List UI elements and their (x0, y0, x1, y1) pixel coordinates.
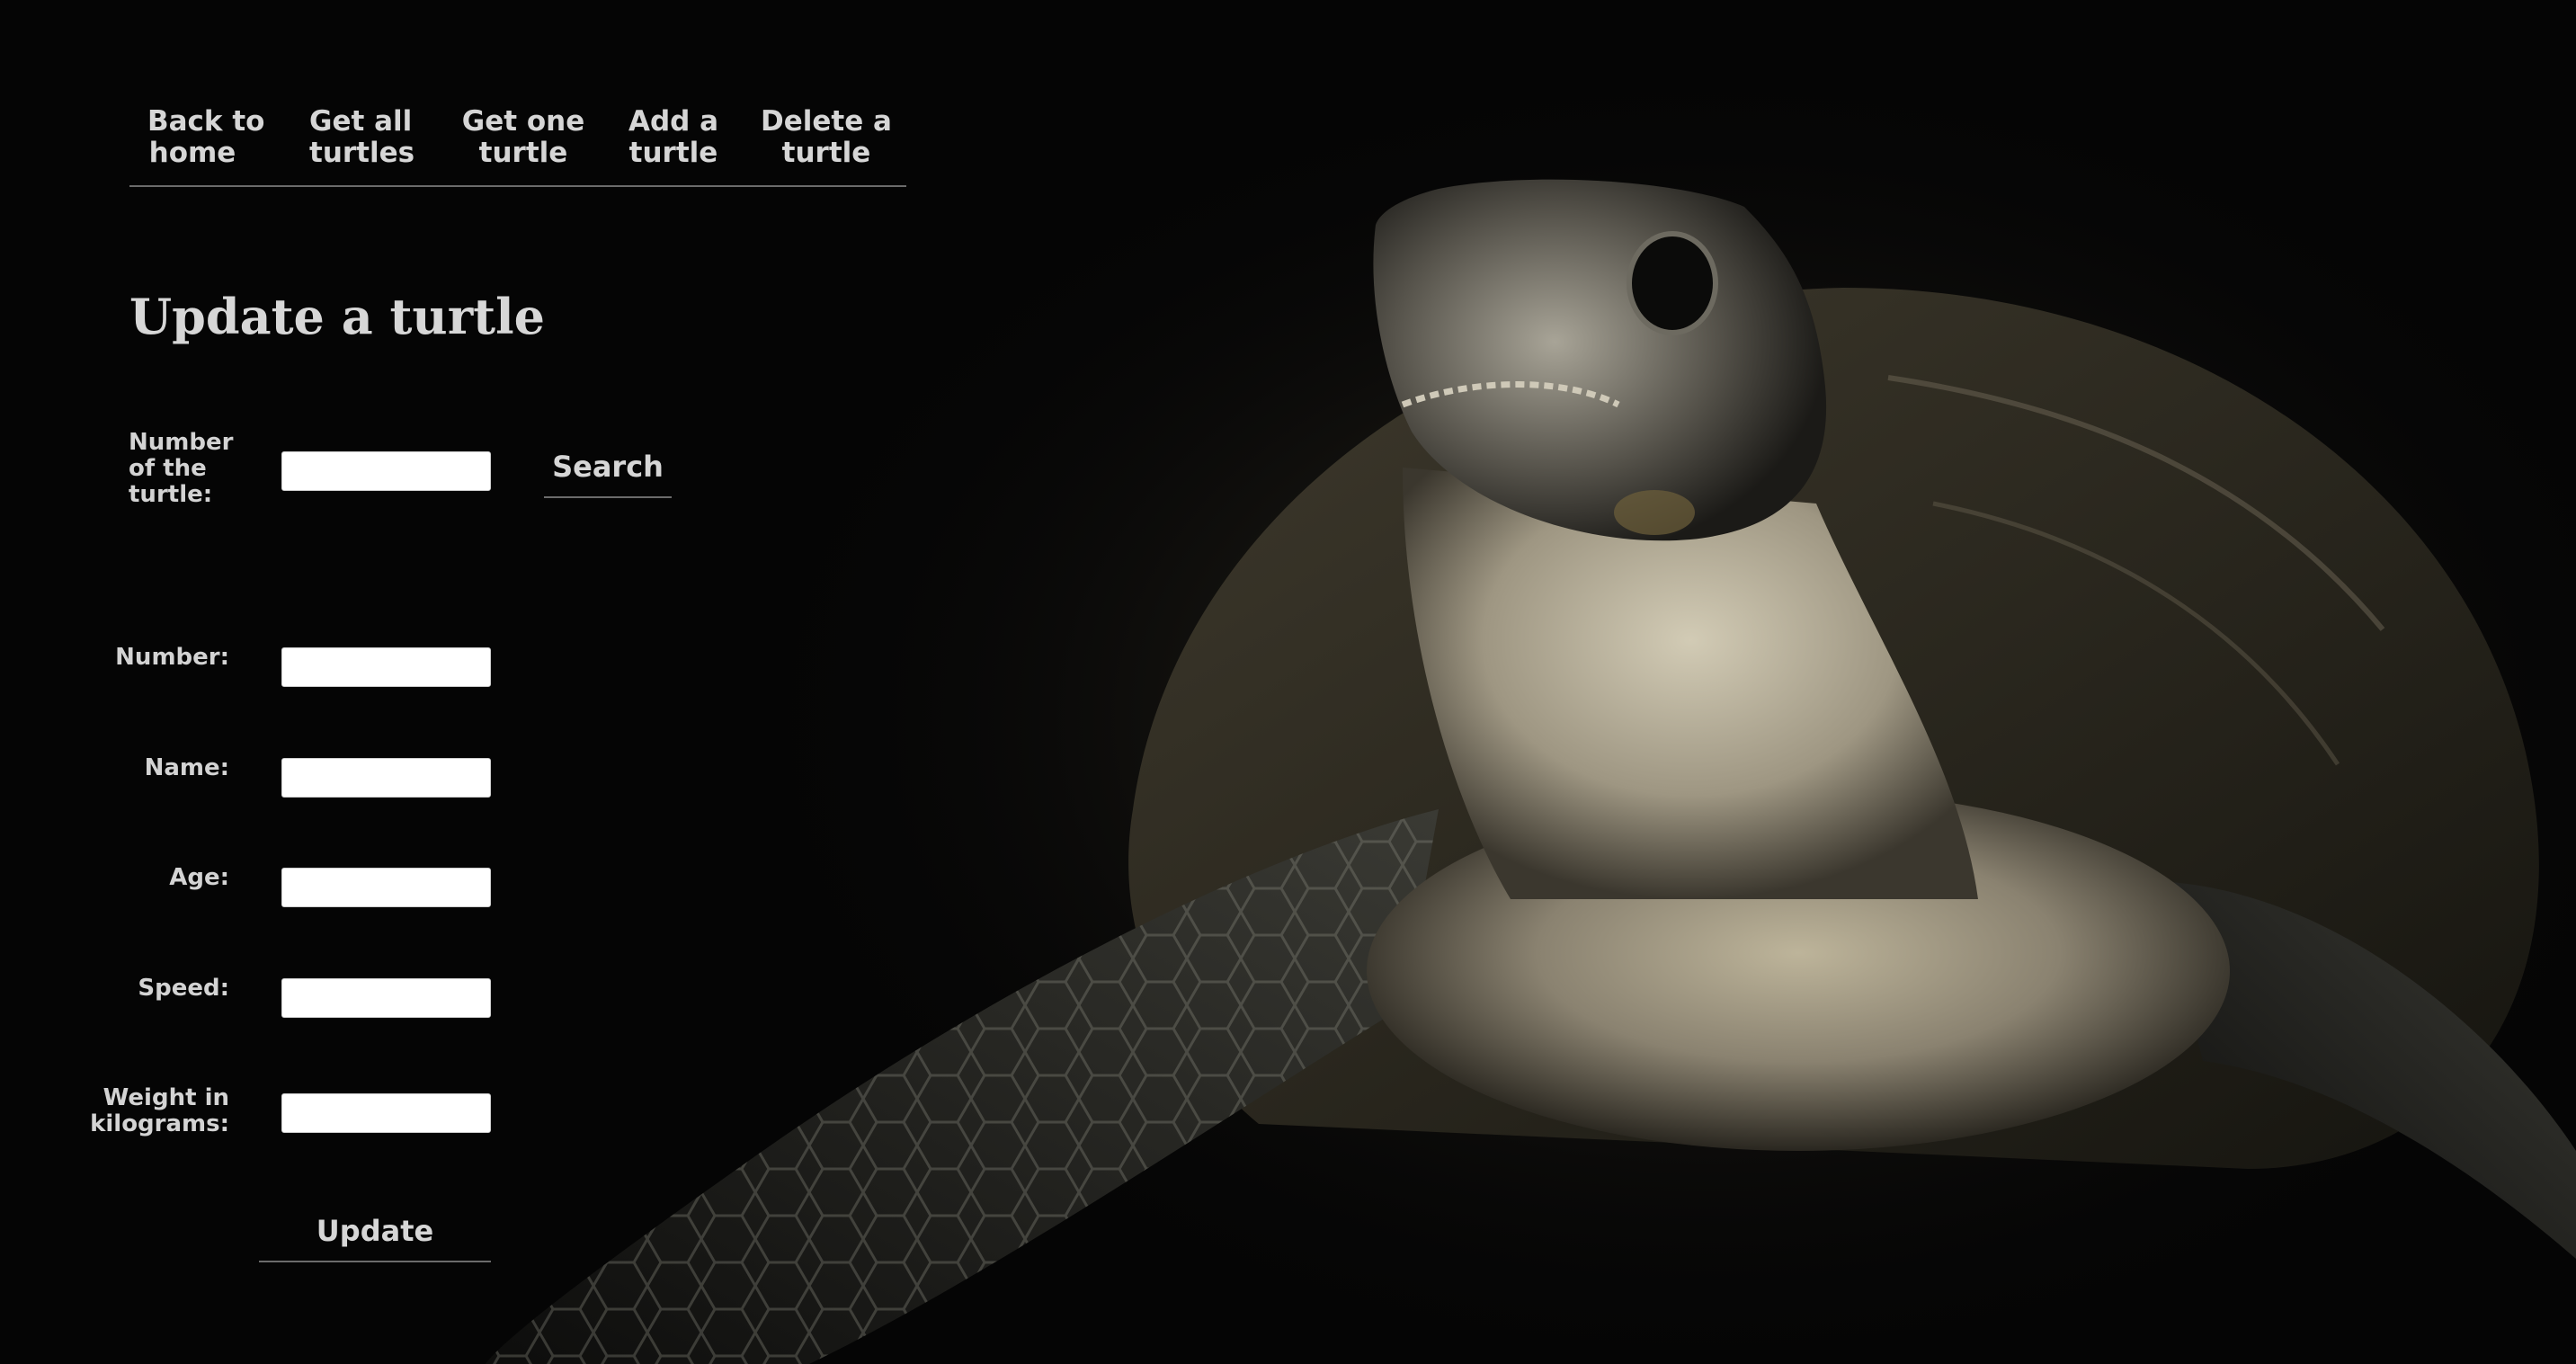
nav-get-one-turtle-line1: Get one (461, 105, 585, 138)
nav-add-a-turtle-line1: Add a (628, 105, 719, 138)
nav-delete-a-turtle-line1: Delete a (761, 105, 892, 138)
search-number-input[interactable] (281, 451, 491, 491)
speed-label: Speed: (138, 975, 229, 1002)
nav-delete-a-turtle-line2: turtle (781, 137, 871, 169)
weight-input[interactable] (281, 1093, 491, 1133)
nav-add-a-turtle[interactable]: Add a turtle (624, 106, 723, 169)
nav-get-one-turtle-line2: turtle (478, 137, 568, 169)
speed-input[interactable] (281, 978, 491, 1018)
top-navigation: Back to home Get all turtles Get one tur… (129, 101, 906, 187)
page-title: Update a turtle (129, 288, 545, 345)
weight-label-line1: Weight in (103, 1084, 229, 1111)
nav-get-one-turtle[interactable]: Get one turtle (460, 106, 586, 169)
age-input[interactable] (281, 868, 491, 907)
name-input[interactable] (281, 758, 491, 798)
update-button[interactable]: Update (259, 1214, 491, 1262)
nav-back-to-home-line1: Back to (147, 105, 265, 138)
weight-label: Weight in kilograms: (13, 1085, 229, 1137)
nav-back-to-home-line2: home (148, 137, 236, 169)
number-label: Number: (115, 644, 229, 671)
nav-delete-a-turtle[interactable]: Delete a turtle (759, 106, 894, 169)
number-input[interactable] (281, 647, 491, 687)
nav-add-a-turtle-line2: turtle (628, 137, 718, 169)
nav-back-to-home[interactable]: Back to home (147, 105, 265, 169)
age-label: Age: (169, 864, 229, 891)
name-label: Name: (144, 754, 229, 781)
nav-get-all-turtles-line2: turtles (309, 137, 415, 169)
weight-label-line2: kilograms: (90, 1110, 229, 1137)
nav-get-all-turtles-line1: Get all (309, 105, 413, 138)
nav-get-all-turtles[interactable]: Get all turtles (309, 105, 415, 169)
search-button[interactable]: Search (544, 450, 672, 498)
